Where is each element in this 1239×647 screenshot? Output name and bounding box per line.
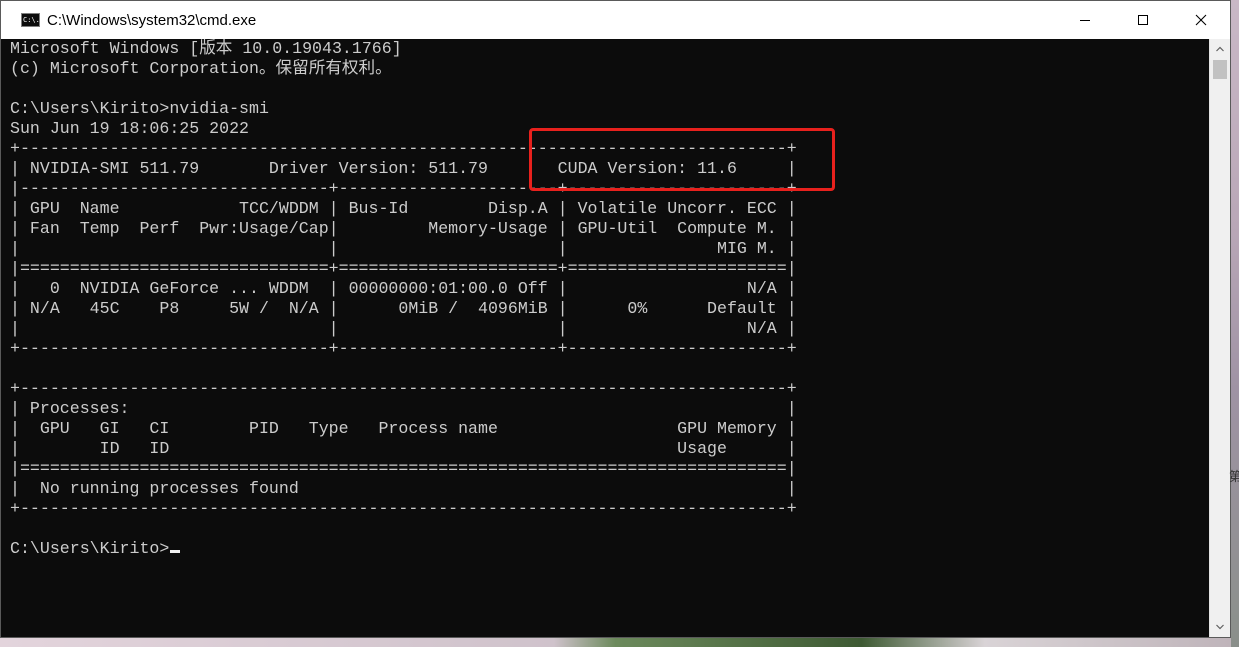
console-line: |-------------------------------+-------… [10,179,797,198]
console-line: | Fan Temp Perf Pwr:Usage/Cap| Memory-Us… [10,219,797,238]
console-line: Microsoft Windows [版本 10.0.19043.1766] [10,39,402,58]
scroll-thumb[interactable] [1213,60,1227,79]
console-line: Sun Jun 19 18:06:25 2022 [10,119,249,138]
cmd-console-icon[interactable]: C:\. [21,13,40,27]
console-output-area[interactable]: Microsoft Windows [版本 10.0.19043.1766] (… [1,39,1209,637]
window-title: C:\Windows\system32\cmd.exe [47,11,257,29]
console-line: | | | MIG M. | [10,239,797,258]
console-text: Microsoft Windows [版本 10.0.19043.1766] (… [1,39,1209,559]
desktop-background-right [1231,0,1239,647]
window-controls [1056,1,1230,39]
console-line: |===============================+=======… [10,259,797,278]
scroll-down-button[interactable] [1210,617,1230,637]
console-line: (c) Microsoft Corporation。保留所有权利。 [10,59,392,78]
console-line: | NVIDIA-SMI 511.79 Driver Version: 511.… [10,159,797,178]
console-line: +---------------------------------------… [10,379,797,398]
maximize-icon [1138,15,1148,25]
scroll-up-button[interactable] [1210,39,1230,59]
console-line: | N/A 45C P8 5W / N/A | 0MiB / 4096MiB |… [10,299,797,318]
chevron-down-icon [1216,624,1224,630]
minimize-button[interactable] [1056,1,1114,39]
text-cursor [170,550,181,553]
desktop-edge-text: 第 [1229,470,1239,485]
command-prompt: C:\Users\Kirito> [10,539,170,558]
console-line: C:\Users\Kirito>nvidia-smi [10,99,269,118]
console-line: | | | N/A | [10,319,797,338]
console-lines: Microsoft Windows [版本 10.0.19043.1766] (… [10,39,797,518]
console-line: | GPU GI CI PID Type Process name GPU Me… [10,419,797,438]
console-line: | GPU Name TCC/WDDM | Bus-Id Disp.A | Vo… [10,199,797,218]
cmd-window: C:\. C:\Windows\system32\cmd.exe Microso… [0,0,1231,638]
title-bar[interactable]: C:\. C:\Windows\system32\cmd.exe [1,1,1230,39]
console-line: |=======================================… [10,459,797,478]
chevron-up-icon [1216,46,1224,52]
console-line: +---------------------------------------… [10,139,797,158]
console-line: | No running processes found | [10,479,797,498]
console-line: +---------------------------------------… [10,499,797,518]
maximize-button[interactable] [1114,1,1172,39]
close-icon [1195,14,1207,26]
console-line: | ID ID Usage | [10,439,797,458]
console-line: | Processes: | [10,399,797,418]
minimize-icon [1080,20,1090,21]
close-button[interactable] [1172,1,1230,39]
console-line: +-------------------------------+-------… [10,339,797,358]
desktop-background-bottom [0,638,1231,647]
console-line: | 0 NVIDIA GeForce ... WDDM | 00000000:0… [10,279,797,298]
vertical-scrollbar[interactable] [1209,39,1230,637]
